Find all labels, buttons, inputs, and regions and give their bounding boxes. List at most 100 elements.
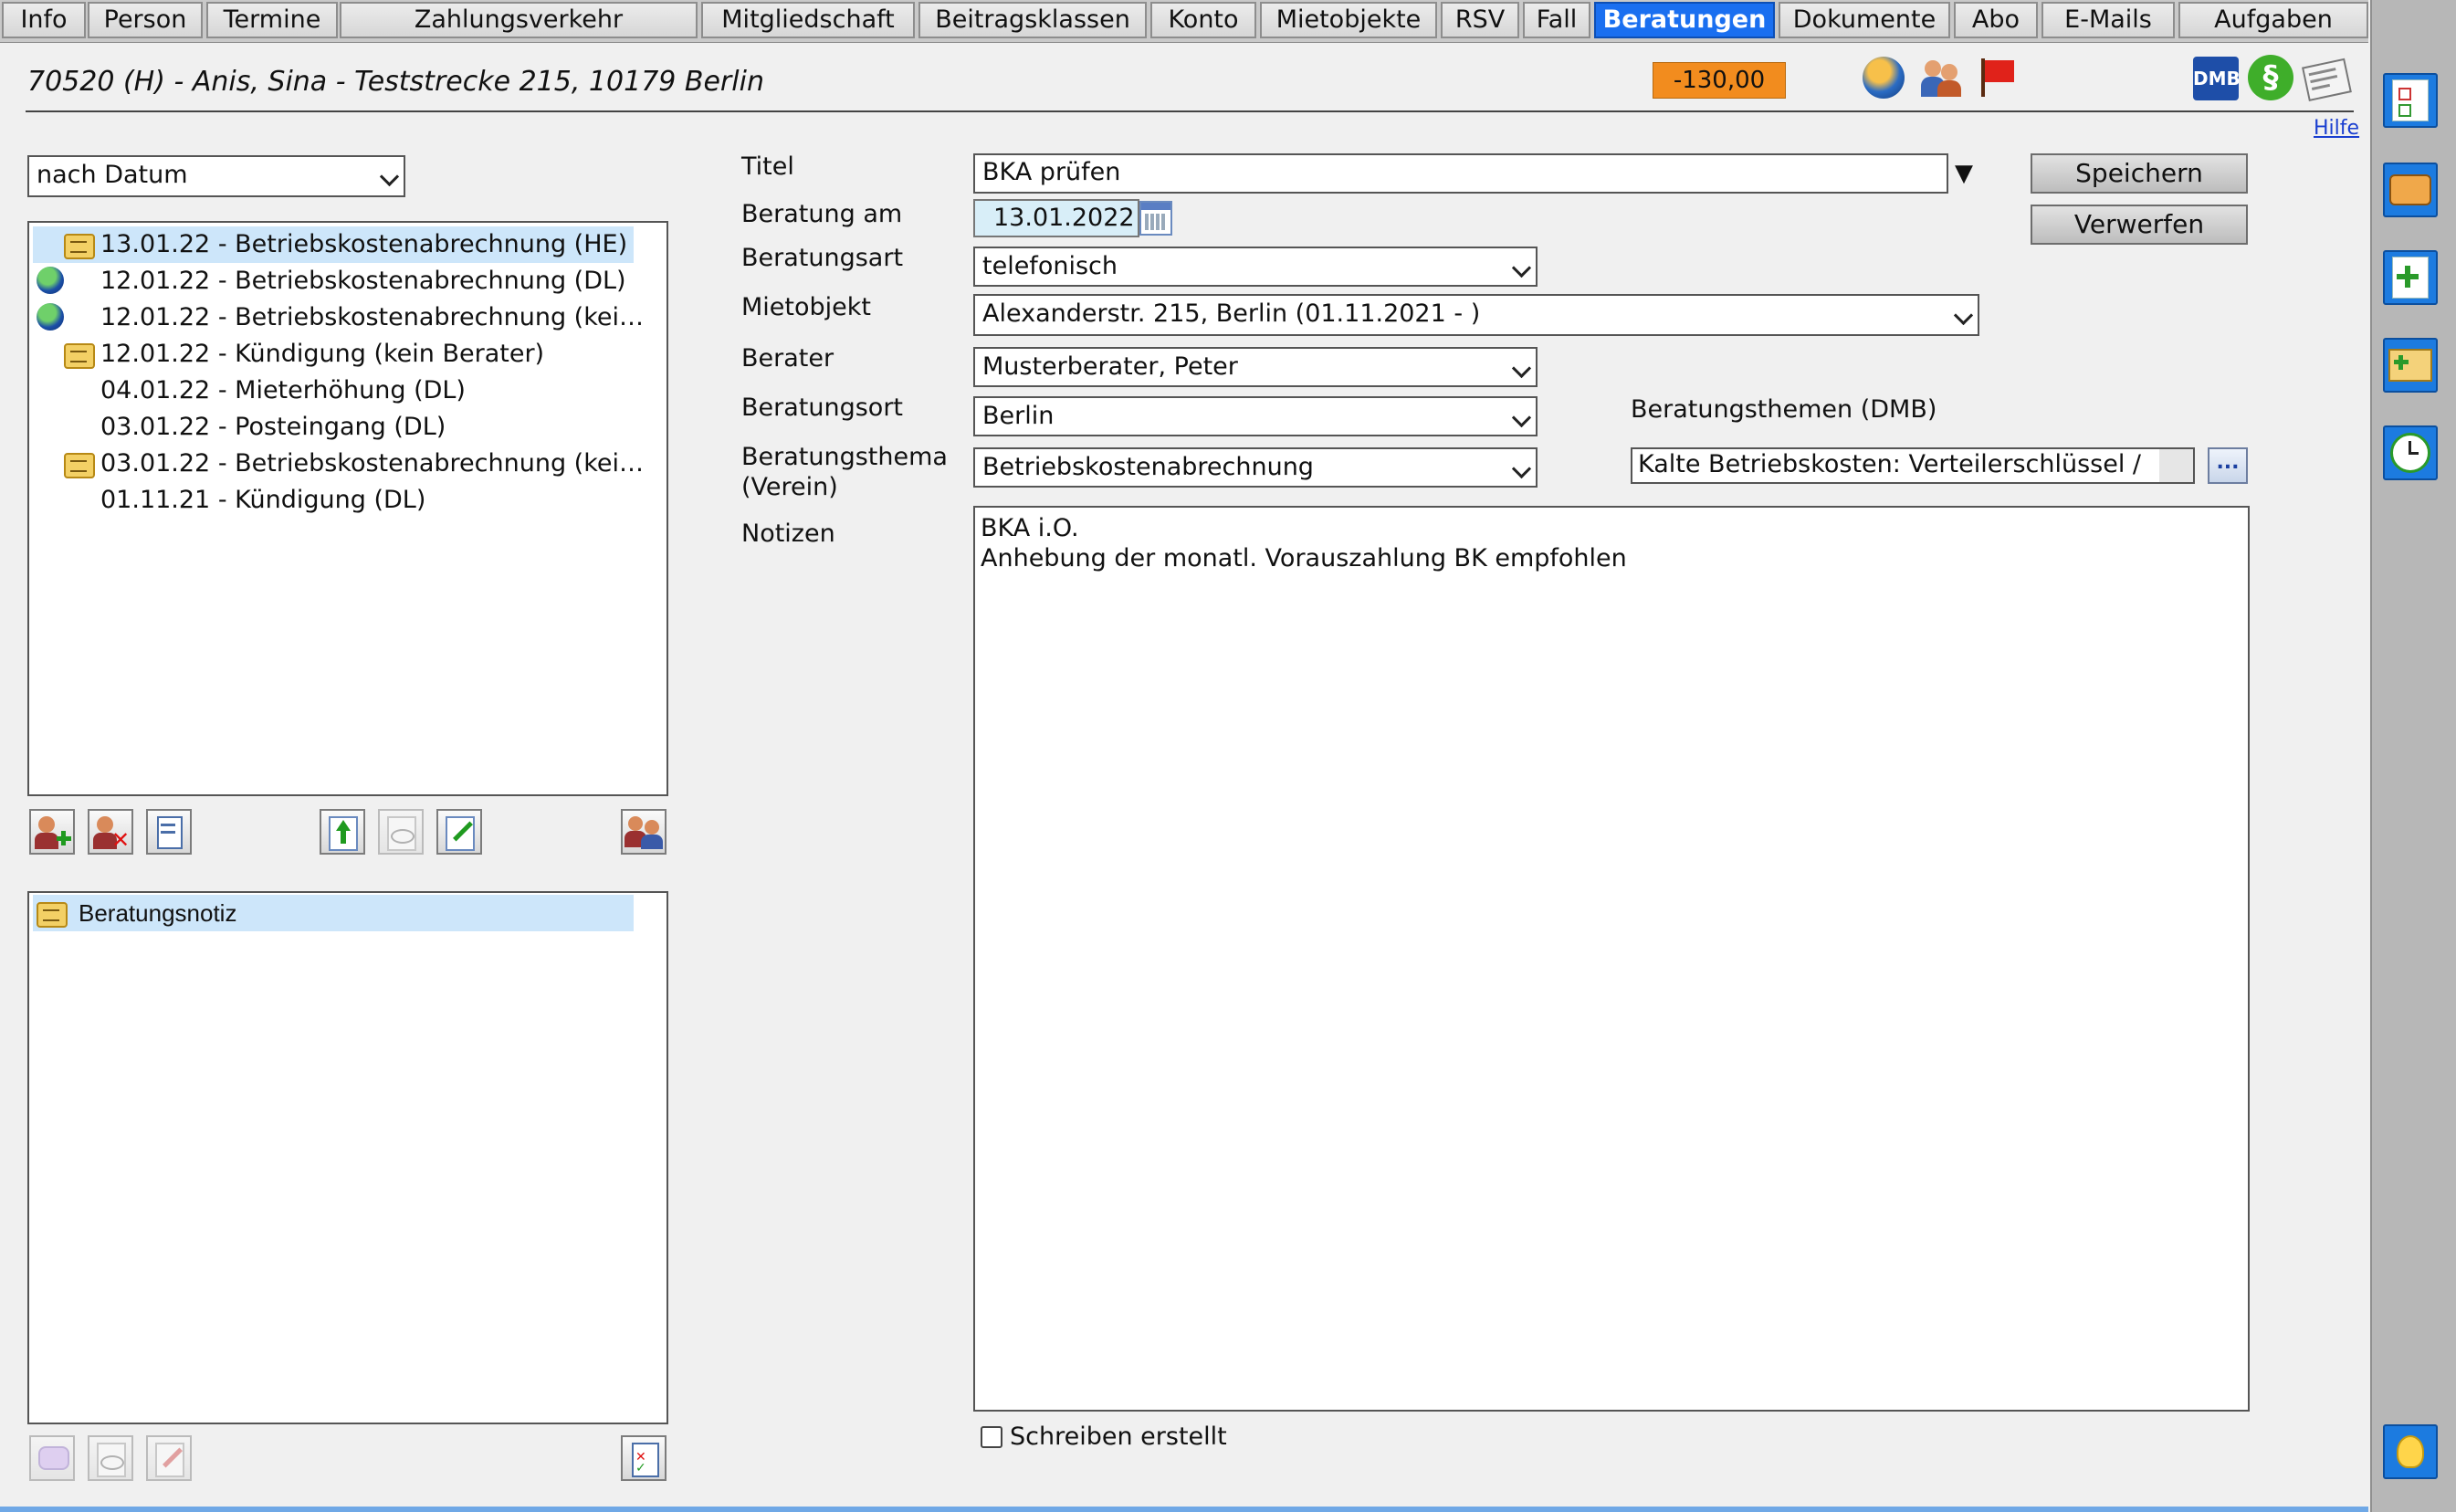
view-note-icon[interactable] <box>88 1435 133 1481</box>
title-input[interactable]: BKA prüfen <box>973 153 1948 194</box>
globe-icon <box>37 267 64 294</box>
label-beratungsthema: Beratungsthema <box>741 443 948 471</box>
edit-note-icon[interactable] <box>146 1435 192 1481</box>
tab-beitragsklassen[interactable]: Beitragsklassen <box>918 2 1147 38</box>
consultation-type-select[interactable]: telefonisch <box>973 247 1538 287</box>
sort-select-value: nach Datum <box>37 161 188 189</box>
rental-object-value: Alexanderstr. 215, Berlin (01.11.2021 - … <box>982 299 1481 328</box>
delete-consultation-icon[interactable]: ✕ <box>88 809 133 855</box>
label-beratung-am: Beratung am <box>741 200 903 228</box>
transfer-consultant-icon[interactable] <box>621 809 666 855</box>
add-document-icon[interactable] <box>2383 250 2438 305</box>
label-beratungsart: Beratungsart <box>741 244 904 272</box>
tab-aufgaben[interactable]: Aufgaben <box>2178 2 2368 38</box>
list-item[interactable]: 12.01.22 - Betriebskostenabrechnung (DL) <box>100 264 626 299</box>
tab-mitgliedschaft[interactable]: Mitgliedschaft <box>701 2 915 38</box>
location-value: Berlin <box>982 402 1055 430</box>
tab-rsv[interactable]: RSV <box>1441 2 1519 38</box>
task-checklist-icon[interactable]: ✕ ✓ <box>621 1435 666 1481</box>
consultant-value: Musterberater, Peter <box>982 352 1238 381</box>
chevron-down-icon <box>379 166 400 187</box>
tab-abo[interactable]: Abo <box>1954 2 2038 38</box>
paragraph-icon[interactable]: § <box>2248 55 2293 100</box>
globe-person-icon[interactable] <box>1863 57 1905 99</box>
view-icon[interactable] <box>378 809 424 855</box>
label-beratungsthema-verein: (Verein) <box>741 473 838 501</box>
member-header: 70520 (H) - Anis, Sina - Teststrecke 215… <box>27 66 764 98</box>
calendar-icon[interactable] <box>1139 201 1172 236</box>
notes-list[interactable] <box>27 891 668 1424</box>
add-mail-icon[interactable] <box>2383 338 2438 393</box>
clock-icon[interactable] <box>2383 425 2438 480</box>
newspaper-icon[interactable] <box>2301 52 2356 103</box>
note-icon <box>64 453 95 478</box>
tab-beratungen[interactable]: Beratungen <box>1594 2 1775 38</box>
letter-created-checkbox[interactable] <box>981 1426 1002 1448</box>
chevron-down-icon <box>1511 458 1532 479</box>
label-titel: Titel <box>741 152 794 181</box>
print-list-icon[interactable] <box>146 809 192 855</box>
label-mietobjekt: Mietobjekt <box>741 293 871 321</box>
tab-zahlungsverkehr[interactable]: Zahlungsverkehr <box>340 2 698 38</box>
right-toolbar <box>2370 0 2456 1512</box>
edit-icon[interactable] <box>436 809 482 855</box>
chevron-down-icon <box>1511 358 1532 379</box>
tab-person[interactable]: Person <box>88 2 203 38</box>
save-button[interactable]: Speichern <box>2031 153 2248 194</box>
chevron-down-icon <box>1511 257 1532 278</box>
sort-select[interactable]: nach Datum <box>27 155 405 197</box>
list-item[interactable]: 12.01.22 - Betriebskostenabrechnung (kei… <box>100 300 644 335</box>
location-select[interactable]: Berlin <box>973 396 1538 436</box>
label-notizen: Notizen <box>741 520 835 548</box>
red-flag-icon[interactable] <box>1976 57 2018 99</box>
lightbulb-icon[interactable] <box>2383 1424 2438 1479</box>
help-link[interactable]: Hilfe <box>2314 117 2359 140</box>
list-item[interactable]: Beratungsnotiz <box>79 897 236 929</box>
tab-dokumente[interactable]: Dokumente <box>1779 2 1950 38</box>
discard-button[interactable]: Verwerfen <box>2031 205 2248 245</box>
topic-value: Betriebskostenabrechnung <box>982 453 1314 481</box>
tab-fall[interactable]: Fall <box>1523 2 1590 38</box>
dmb-topics-field: Kalte Betriebskosten: Verteilerschlüssel… <box>1631 447 2195 484</box>
dmb-logo-icon[interactable]: DMB <box>2193 57 2241 100</box>
consultant-select[interactable]: Musterberater, Peter <box>973 347 1538 387</box>
note-icon <box>37 902 68 928</box>
add-note-icon[interactable] <box>29 1435 75 1481</box>
consultation-type-value: telefonisch <box>982 252 1118 280</box>
chevron-down-icon <box>1953 305 1974 326</box>
tab-emails[interactable]: E-Mails <box>2041 2 2175 38</box>
tab-mietobjekte[interactable]: Mietobjekte <box>1260 2 1437 38</box>
tab-konto[interactable]: Konto <box>1150 2 1256 38</box>
export-icon[interactable] <box>320 809 365 855</box>
notes-textarea[interactable]: BKA i.O. Anhebung der monatl. Vorauszahl… <box>973 506 2250 1412</box>
list-item[interactable]: 13.01.22 - Betriebskostenabrechnung (HE) <box>100 227 627 262</box>
list-item[interactable]: 04.01.22 - Mieterhöhung (DL) <box>100 373 466 408</box>
people-icon[interactable] <box>1921 57 1963 99</box>
note-icon <box>64 234 95 259</box>
topic-select[interactable]: Betriebskostenabrechnung <box>973 447 1538 488</box>
rental-object-select[interactable]: Alexanderstr. 215, Berlin (01.11.2021 - … <box>973 294 1979 336</box>
title-dropdown-icon[interactable]: ▼ <box>1948 153 1979 194</box>
label-berater: Berater <box>741 344 834 373</box>
list-item[interactable]: 12.01.22 - Kündigung (kein Berater) <box>100 337 544 372</box>
tab-info[interactable]: Info <box>2 2 86 38</box>
label-themen-dmb: Beratungsthemen (DMB) <box>1631 395 1937 424</box>
tab-termine[interactable]: Termine <box>206 2 338 38</box>
note-icon <box>64 343 95 369</box>
globe-icon <box>37 303 64 331</box>
task-list-icon[interactable] <box>2383 73 2438 128</box>
phone-icon[interactable] <box>2383 163 2438 217</box>
list-item[interactable]: 01.11.21 - Kündigung (DL) <box>100 483 425 518</box>
label-beratungsort: Beratungsort <box>741 394 904 422</box>
list-item[interactable]: 03.01.22 - Posteingang (DL) <box>100 410 446 445</box>
add-consultation-icon[interactable] <box>29 809 75 855</box>
dmb-topics-button[interactable]: ... <box>2208 447 2248 484</box>
date-input[interactable]: 13.01.2022 <box>973 199 1139 237</box>
tab-bar: Info Person Termine Zahlungsverkehr Mitg… <box>0 0 2368 43</box>
balance-badge: -130,00 <box>1653 62 1786 99</box>
chevron-down-icon <box>1511 407 1532 428</box>
bottom-border <box>0 1507 2368 1512</box>
header-divider <box>26 110 2354 112</box>
letter-created-label: Schreiben erstellt <box>1010 1423 1227 1451</box>
list-item[interactable]: 03.01.22 - Betriebskostenabrechnung (kei… <box>100 446 644 481</box>
